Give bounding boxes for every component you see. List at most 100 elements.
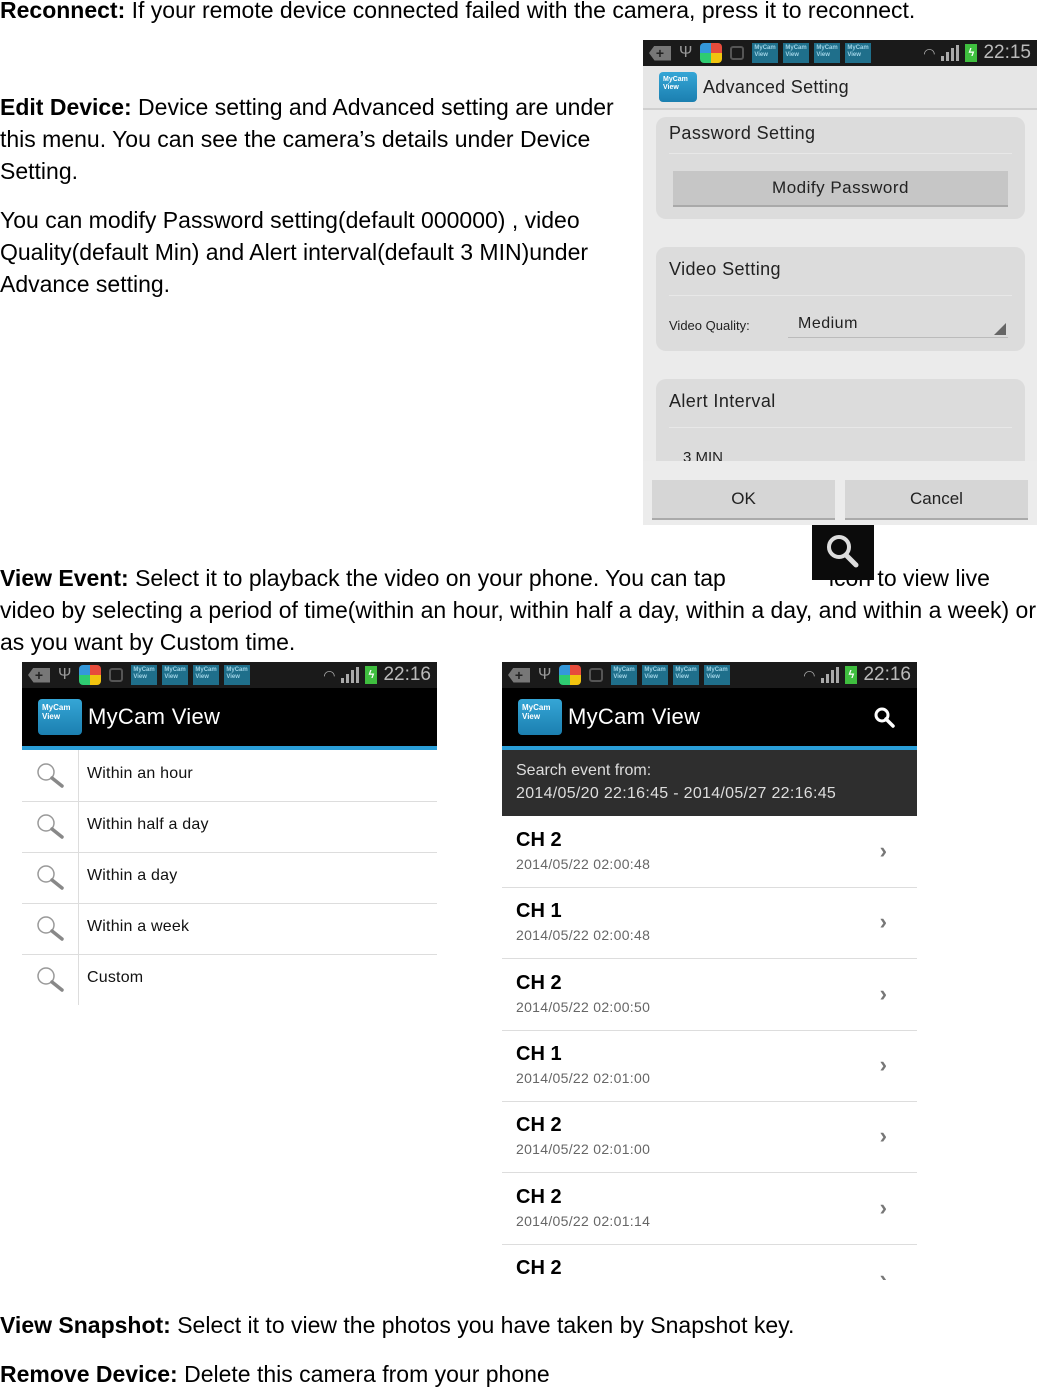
view-snapshot-paragraph: View Snapshot: Select it to view the pho… bbox=[0, 1312, 795, 1338]
mycam-view-icon: MyCam View bbox=[783, 43, 810, 63]
action-bar: MyCam View MyCam View bbox=[22, 688, 437, 750]
video-quality-label: Video Quality: bbox=[669, 318, 750, 333]
divider bbox=[669, 427, 1012, 428]
chevron-right-icon: › bbox=[879, 1051, 887, 1077]
signal-icon bbox=[941, 45, 960, 61]
event-channel: CH 2 bbox=[516, 1185, 562, 1208]
time-range-item[interactable]: Within a day bbox=[22, 852, 437, 904]
chevron-right-icon: › bbox=[879, 980, 887, 1006]
screen-title: Advanced Setting bbox=[703, 76, 849, 97]
time-range-item[interactable]: Within half a day bbox=[22, 801, 437, 853]
chevron-right-icon: › bbox=[879, 838, 887, 863]
event-channel: CH 2 bbox=[516, 1256, 562, 1279]
event-list-screenshot: + Ψ MyCam View MyCam View MyCam View MyC… bbox=[502, 662, 917, 1280]
mycam-view-icon: MyCam View bbox=[845, 43, 872, 63]
notification-plus-icon: + bbox=[28, 667, 50, 683]
view-snapshot-label: View Snapshot: bbox=[0, 1312, 171, 1338]
event-list-item[interactable]: CH 1 2014/05/22 02:01:00 › bbox=[502, 1030, 917, 1102]
remove-device-paragraph: Remove Device: Delete this camera from y… bbox=[0, 1361, 550, 1387]
time-range-item[interactable]: Within an hour bbox=[22, 750, 437, 802]
view-event-paragraph: View Event: Select it to playback the vi… bbox=[0, 565, 1036, 655]
password-setting-title: Password Setting bbox=[669, 123, 816, 143]
mycam-view-icon: MyCam View bbox=[704, 665, 731, 685]
notification-plus-icon: + bbox=[508, 667, 530, 683]
search-icon bbox=[22, 750, 79, 801]
remove-device-label: Remove Device: bbox=[0, 1361, 178, 1387]
status-time: 22:16 bbox=[863, 664, 911, 685]
event-channel: CH 1 bbox=[516, 1042, 562, 1065]
alert-interval-title: Alert Interval bbox=[669, 391, 776, 411]
status-bar: + Ψ MyCam View MyCam View MyCam View MyC… bbox=[22, 662, 437, 688]
event-timestamp: 2014/05/22 02:00:50 bbox=[516, 998, 651, 1015]
camera-icon bbox=[109, 668, 124, 682]
battery-charging-icon: ϟ bbox=[845, 666, 858, 684]
search-range-banner: Search event from: 2014/05/20 22:16:45 -… bbox=[502, 750, 917, 816]
search-icon[interactable] bbox=[873, 706, 895, 728]
time-range-item[interactable]: Within a week bbox=[22, 903, 437, 955]
ok-button[interactable]: OK bbox=[652, 480, 835, 520]
view-event-label: View Event: bbox=[0, 565, 129, 591]
mycam-view-icon: MyCam View bbox=[752, 43, 779, 63]
search-icon bbox=[22, 903, 79, 954]
app-logo-icon: MyCam View bbox=[518, 699, 562, 735]
search-range: 2014/05/20 22:16:45 - 2014/05/27 22:16:4… bbox=[516, 785, 837, 802]
edit-device-paragraph: Edit Device: Device setting and Advanced… bbox=[0, 94, 614, 184]
password-setting-card: Password Setting Modify Password bbox=[656, 117, 1025, 219]
event-timestamp: 2014/05/22 02:01:00 bbox=[516, 1141, 651, 1158]
search-icon bbox=[812, 525, 874, 580]
signal-icon bbox=[341, 667, 360, 683]
mycam-view-icon: MyCam View bbox=[611, 665, 638, 685]
event-timestamp: 2014/05/22 02:01:14 bbox=[516, 1212, 651, 1229]
search-label: Search event from: bbox=[516, 762, 652, 779]
app-logo-icon: MyCam View bbox=[659, 72, 697, 102]
event-timestamp: 2014/05/22 02:00:48 bbox=[516, 856, 651, 872]
time-range-label: Within a week bbox=[87, 918, 190, 935]
video-quality-select[interactable]: Medium bbox=[788, 313, 1008, 338]
cancel-button[interactable]: Cancel bbox=[845, 480, 1028, 520]
wifi-icon: ◠ bbox=[923, 44, 936, 61]
time-range-label: Within an hour bbox=[87, 765, 193, 782]
reconnect-label: Reconnect: bbox=[0, 0, 126, 23]
notification-plus-icon: + bbox=[649, 45, 671, 61]
modify-password-button[interactable]: Modify Password bbox=[673, 171, 1008, 207]
action-bar: MyCam View Advanced Setting bbox=[643, 66, 1037, 110]
status-bar: + Ψ MyCam View MyCam View MyCam View MyC… bbox=[643, 40, 1037, 66]
event-list-item[interactable]: CH 2 2014/05/22 02:01:00 › bbox=[502, 1101, 917, 1174]
time-range-screenshot: + Ψ MyCam View MyCam View MyCam View MyC… bbox=[22, 662, 437, 1007]
mycam-view-icon: MyCam View bbox=[814, 43, 841, 63]
event-channel: CH 2 bbox=[516, 829, 562, 851]
video-quality-value: Medium bbox=[798, 315, 858, 332]
app-icon bbox=[559, 665, 582, 685]
mycam-view-icon: MyCam View bbox=[193, 665, 220, 685]
action-bar: MyCam View MyCam View bbox=[502, 688, 917, 750]
mycam-view-icon: MyCam View bbox=[131, 665, 158, 685]
divider bbox=[669, 295, 1012, 296]
chevron-right-icon: › bbox=[879, 909, 887, 935]
mycam-view-icon: MyCam View bbox=[162, 665, 189, 685]
time-range-label: Custom bbox=[87, 969, 144, 986]
event-channel: CH 2 bbox=[516, 1114, 562, 1137]
mycam-view-icon: MyCam View bbox=[642, 665, 669, 685]
event-list-item[interactable]: CH 1 2014/05/22 02:00:48 › bbox=[502, 887, 917, 960]
status-time: 22:16 bbox=[383, 664, 431, 685]
usb-icon: Ψ bbox=[679, 44, 693, 61]
app-icon bbox=[79, 665, 102, 685]
wifi-icon: ◠ bbox=[803, 666, 816, 683]
time-range-item[interactable]: Custom bbox=[22, 954, 437, 1005]
app-logo-icon: MyCam View bbox=[38, 699, 82, 735]
event-timestamp: 2014/05/22 02:00:48 bbox=[516, 927, 651, 944]
event-list-item[interactable]: CH 2 2014/05/22 02:01:14 › bbox=[502, 1173, 917, 1245]
event-list-item[interactable]: CH 2 2014/05/22 02:00:50 › bbox=[502, 959, 917, 1031]
camera-icon bbox=[589, 668, 604, 682]
video-setting-title: Video Setting bbox=[669, 259, 781, 279]
event-list-item[interactable]: CH 2 2014/05/22 02:00:48 › bbox=[502, 816, 917, 888]
wifi-icon: ◠ bbox=[323, 666, 336, 683]
status-time: 22:15 bbox=[983, 42, 1031, 63]
dropdown-triangle-icon bbox=[994, 323, 1006, 335]
battery-charging-icon: ϟ bbox=[365, 666, 378, 684]
event-list-item[interactable]: CH 2 › bbox=[502, 1244, 917, 1280]
video-setting-card: Video Setting Video Quality: Medium bbox=[656, 247, 1025, 351]
mycam-view-icon: MyCam View bbox=[673, 665, 700, 685]
screen-title: MyCam View bbox=[88, 704, 221, 729]
edit-device-label: Edit Device: bbox=[0, 94, 132, 120]
